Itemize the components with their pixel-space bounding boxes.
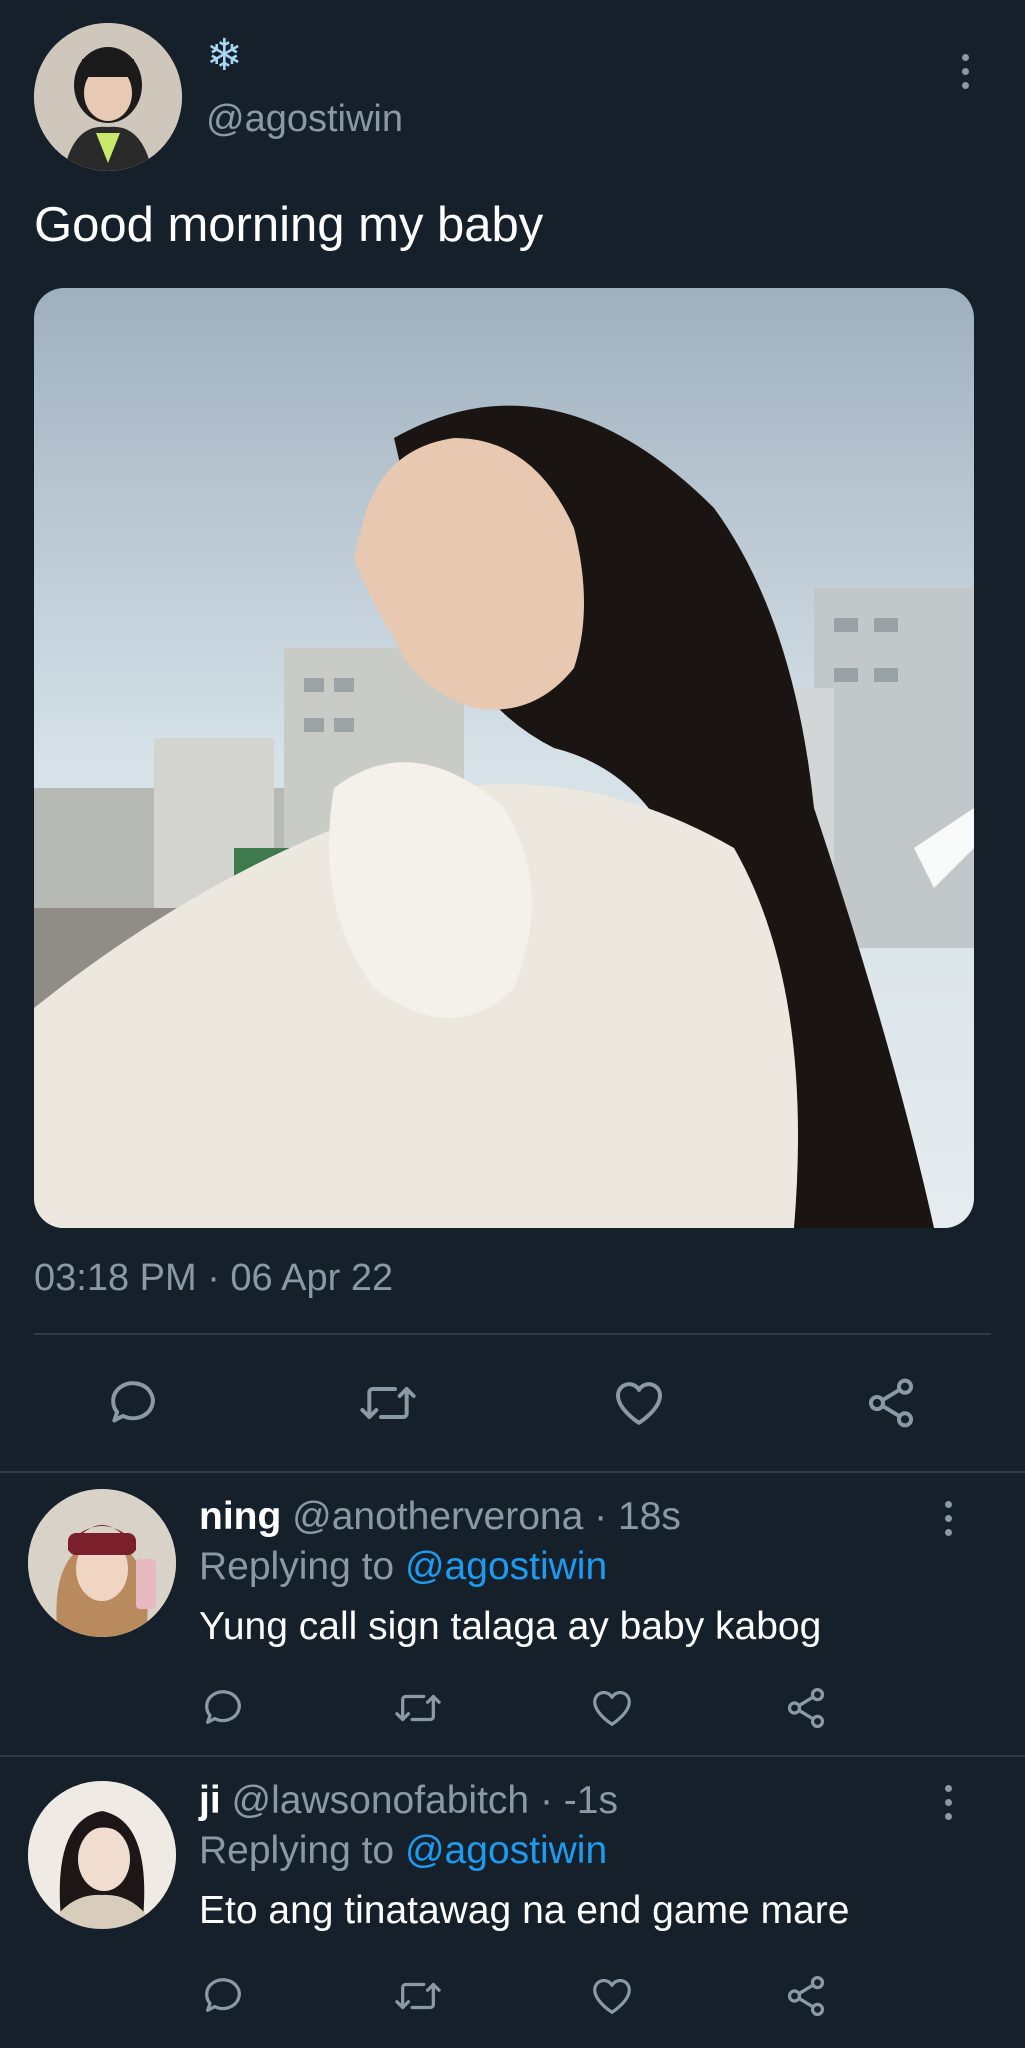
author-handle[interactable]: @agostiwin xyxy=(206,96,403,142)
tweet-photo-image xyxy=(34,288,974,1228)
like-icon[interactable] xyxy=(610,1375,668,1431)
retweet-icon[interactable] xyxy=(357,1375,419,1431)
replying-to-label: Replying to xyxy=(199,1829,395,1872)
author-avatar-image xyxy=(34,23,182,171)
more-options-icon[interactable] xyxy=(942,1785,954,1820)
reply-author-handle[interactable]: @anotherverona xyxy=(292,1495,583,1538)
tweet-photo[interactable] xyxy=(34,288,974,1228)
replying-to: Replying to @agostiwin xyxy=(199,1827,607,1875)
reply-text: Eto ang tinatawag na end game mare xyxy=(199,1889,850,1932)
reply-time: · -1s xyxy=(539,1779,618,1822)
reply-author-name[interactable]: ji xyxy=(199,1779,221,1822)
reply-header: ning @anotherverona · 18s xyxy=(199,1493,681,1541)
reply-text: Yung call sign talaga ay baby kabog xyxy=(199,1605,822,1648)
author-display-name: ❄ xyxy=(206,31,243,80)
replying-to: Replying to @agostiwin xyxy=(199,1543,607,1591)
author-avatar[interactable] xyxy=(34,23,182,171)
reply-item[interactable]: ning @anotherverona · 18s Replying to @a… xyxy=(0,1473,1025,1753)
reply-item[interactable]: ji @lawsonofabitch · -1s Replying to @ag… xyxy=(0,1757,1025,2048)
retweet-icon[interactable] xyxy=(392,1685,444,1731)
like-icon[interactable] xyxy=(589,1685,635,1731)
reply-avatar-image xyxy=(28,1781,176,1929)
more-options-icon[interactable] xyxy=(959,54,971,89)
tweet-timestamp: 03:18 PM · 06 Apr 22 xyxy=(34,1257,394,1299)
more-options-icon[interactable] xyxy=(942,1501,954,1536)
retweet-icon[interactable] xyxy=(392,1973,444,2019)
reply-time: · 18s xyxy=(594,1495,681,1538)
reply-author-name[interactable]: ning xyxy=(199,1495,281,1538)
tweet-text: Good morning my baby xyxy=(34,198,544,252)
reply-header: ji @lawsonofabitch · -1s xyxy=(199,1777,618,1825)
reply-icon[interactable] xyxy=(200,1685,246,1731)
reply-avatar[interactable] xyxy=(28,1781,176,1929)
reply-icon[interactable] xyxy=(105,1375,161,1431)
share-icon[interactable] xyxy=(782,1973,830,2019)
timestamp-divider xyxy=(34,1333,991,1335)
replying-to-link[interactable]: @agostiwin xyxy=(405,1545,607,1588)
reply-avatar-image xyxy=(28,1489,176,1637)
replying-to-label: Replying to xyxy=(199,1545,395,1588)
reply-avatar[interactable] xyxy=(28,1489,176,1637)
like-icon[interactable] xyxy=(589,1973,635,2019)
reply-icon[interactable] xyxy=(200,1973,246,2019)
share-icon[interactable] xyxy=(862,1375,920,1431)
share-icon[interactable] xyxy=(782,1685,830,1731)
reply-author-handle[interactable]: @lawsonofabitch xyxy=(232,1779,530,1822)
replying-to-link[interactable]: @agostiwin xyxy=(405,1829,607,1872)
